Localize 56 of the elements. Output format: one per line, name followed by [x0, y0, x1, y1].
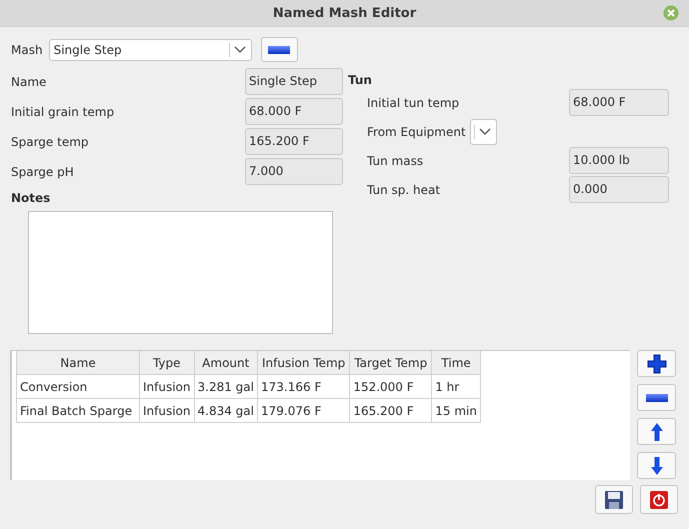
- up-arrow-icon: [650, 422, 664, 442]
- table-cell: Conversion: [16, 374, 140, 398]
- value-field: 68.000 F: [245, 98, 343, 125]
- table-cell: 4.834 gal: [194, 398, 258, 422]
- move-up-button[interactable]: [637, 418, 676, 445]
- value-field: Single Step: [245, 68, 343, 95]
- column-header: Target Temp: [350, 351, 432, 374]
- field-label: Tun mass: [367, 154, 424, 168]
- table-cell: Infusion: [140, 374, 194, 398]
- chevron-icon: [478, 128, 491, 136]
- window-title: Named Mash Editor: [272, 6, 416, 20]
- table-cell: 1 hr: [432, 374, 480, 398]
- minus-icon: [268, 46, 290, 54]
- chevron-icon: [234, 46, 246, 54]
- plus-icon: [646, 354, 666, 374]
- value-field: 0.000: [569, 176, 669, 203]
- dropdown-value: Single Step: [54, 42, 123, 56]
- column-header: Infusion Temp: [258, 351, 350, 374]
- field-label: Tun sp. heat: [367, 182, 440, 196]
- field-label: From Equipment: [367, 124, 466, 138]
- table-cell: 165.200 F: [350, 398, 432, 422]
- table-cell: Infusion: [140, 398, 194, 422]
- notes-field[interactable]: [28, 211, 333, 334]
- minus-icon: [646, 394, 668, 402]
- field-label: Initial grain temp: [11, 104, 114, 118]
- table-cell: 179.076 F: [258, 398, 350, 422]
- value-field: 68.000 F: [569, 89, 669, 116]
- section-heading: Tun: [348, 73, 373, 87]
- save-button[interactable]: [595, 485, 633, 514]
- field-label: Name: [11, 74, 46, 88]
- section-heading: Notes: [11, 191, 52, 205]
- table-cell: Final Batch Sparge: [16, 398, 140, 422]
- column-header: Type: [140, 351, 194, 374]
- value-field: 10.000 lb: [569, 147, 669, 174]
- column-header: Time: [432, 351, 480, 374]
- column-header: Name: [16, 351, 140, 374]
- remove-button[interactable]: [637, 384, 676, 411]
- add-button[interactable]: [637, 350, 676, 377]
- column-header: Amount: [194, 351, 258, 374]
- value-field: 165.200 F: [245, 128, 343, 155]
- remove-button[interactable]: [260, 37, 298, 62]
- field-label: Initial tun temp: [367, 96, 460, 110]
- close-button[interactable]: [640, 485, 678, 514]
- table-cell: 15 min: [432, 398, 480, 422]
- table-cell: 173.166 F: [258, 374, 350, 398]
- move-down-button[interactable]: [637, 452, 676, 479]
- down-arrow-icon: [650, 456, 664, 476]
- equipment-dropdown[interactable]: [470, 118, 497, 144]
- field-label: Mash: [11, 42, 43, 56]
- mash-dropdown[interactable]: Single Step: [48, 38, 252, 60]
- power-icon: [649, 490, 669, 510]
- table-cell: 152.000 F: [350, 374, 432, 398]
- field-label: Sparge pH: [11, 164, 74, 178]
- field-label: Sparge temp: [11, 134, 89, 148]
- value-field: 7.000: [245, 158, 343, 185]
- table-cell: 3.281 gal: [194, 374, 258, 398]
